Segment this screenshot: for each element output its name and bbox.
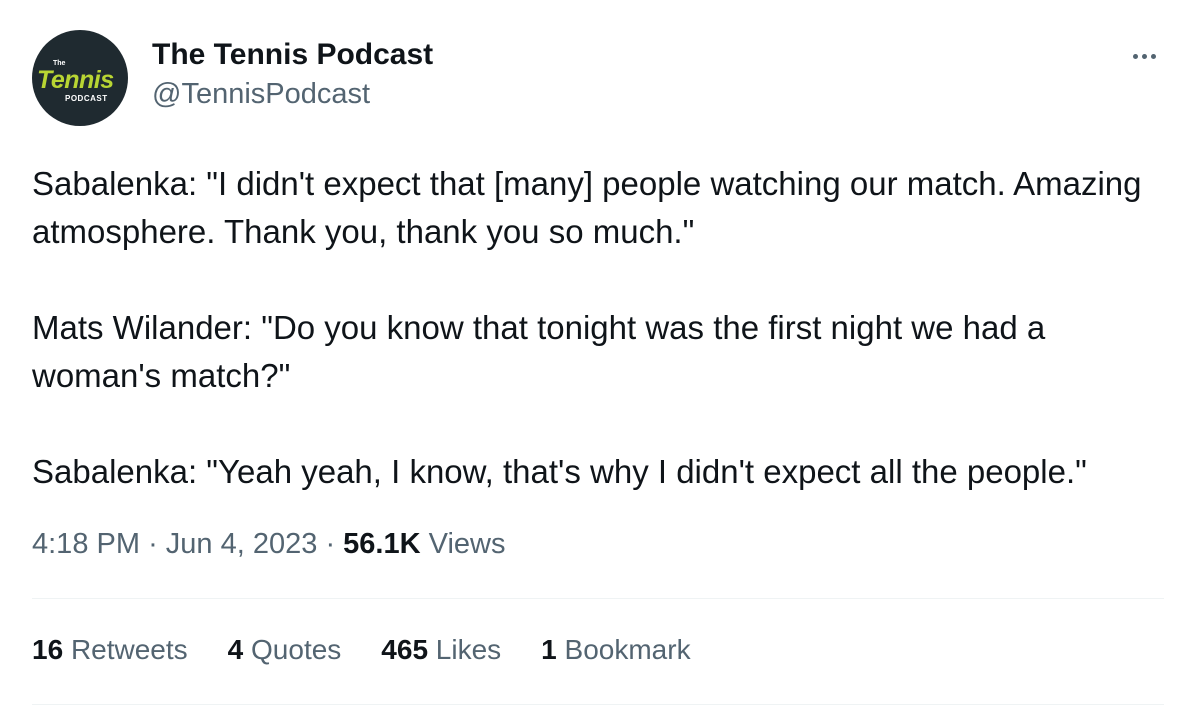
quotes-stat[interactable]: 4 Quotes: [228, 634, 342, 666]
more-horizontal-icon: [1132, 53, 1138, 59]
tweet-paragraph: Mats Wilander: "Do you know that tonight…: [32, 309, 1055, 394]
quotes-label: Quotes: [251, 634, 342, 665]
engagement-stats: 16 Retweets 4 Quotes 465 Likes 1 Bookmar…: [32, 634, 691, 666]
tweet-card: The Tennis PODCAST The Tennis Podcast @T…: [0, 0, 1202, 708]
meta-separator: ·: [148, 528, 158, 560]
quotes-count: 4: [227, 634, 244, 665]
tweet-text: Sabalenka: "I didn't expect that [many] …: [32, 160, 1172, 496]
tweet-date[interactable]: Jun 4, 2023: [166, 528, 318, 560]
avatar[interactable]: The Tennis PODCAST: [32, 30, 128, 126]
tweet-time[interactable]: 4:18 PM: [32, 528, 140, 560]
divider: [32, 704, 1164, 705]
retweets-label: Retweets: [70, 634, 188, 665]
tweet-paragraph: Sabalenka: "Yeah yeah, I know, that's wh…: [32, 453, 1087, 490]
more-options-button[interactable]: [1124, 40, 1164, 72]
meta-separator: ·: [325, 528, 336, 560]
likes-count: 465: [381, 634, 429, 665]
views-count: 56.1K: [343, 528, 421, 560]
tweet-paragraph: Sabalenka: "I didn't expect that [many] …: [32, 165, 1151, 250]
more-horizontal-icon-dot: [1150, 53, 1156, 59]
retweets-count: 16: [32, 634, 64, 665]
likes-label: Likes: [435, 634, 502, 665]
retweets-stat[interactable]: 16 Retweets: [32, 634, 188, 666]
author-handle[interactable]: @TennisPodcast: [152, 78, 370, 111]
avatar-logo-tennis: Tennis: [37, 66, 114, 94]
tweet-meta: 4:18 PM · Jun 4, 2023 · 56.1K Views: [32, 528, 505, 561]
bookmarks-label: Bookmark: [564, 634, 691, 665]
views-label: Views: [428, 528, 506, 560]
bookmarks-count: 1: [541, 634, 557, 665]
divider: [32, 598, 1164, 599]
avatar-logo-podcast: PODCAST: [65, 94, 108, 103]
author-display-name[interactable]: The Tennis Podcast: [152, 38, 433, 72]
more-horizontal-icon-dot: [1141, 53, 1147, 59]
bookmarks-stat[interactable]: 1 Bookmark: [541, 634, 690, 666]
likes-stat[interactable]: 465 Likes: [381, 634, 501, 666]
